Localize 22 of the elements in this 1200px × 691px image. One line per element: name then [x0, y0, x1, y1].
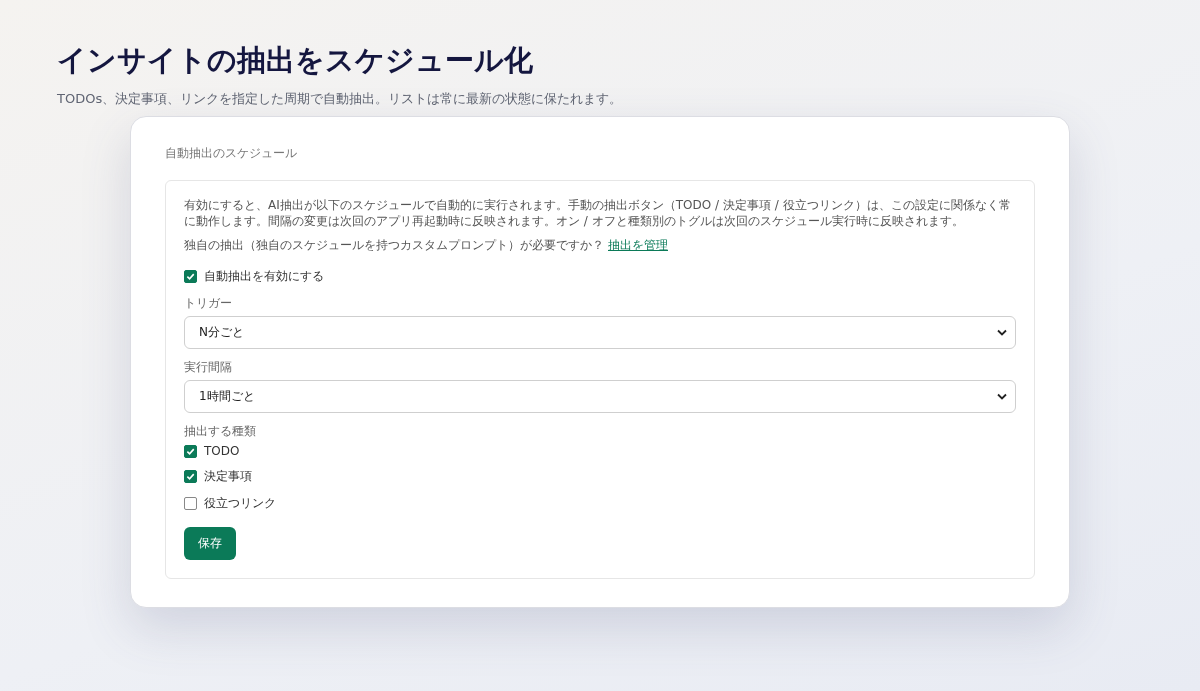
description-text: 有効にすると、AI抽出が以下のスケジュールで自動的に実行されます。手動の抽出ボタン（TODO / 決定事項 / 役立つリンク）は、この設定に関係なく常に動作します。間隔の変更は次回のアプリ再起動時に反映されます。オン / オフと種類別のトグルは次回のスケジュール実行時に反映されます。: [184, 197, 1012, 229]
page-title: インサイトの抽出をスケジュール化: [57, 42, 534, 79]
checkbox[interactable]: [184, 270, 197, 283]
dropdown-select[interactable]: 1時間ごと: [184, 380, 1016, 413]
page-subtitle: TODOs、決定事項、リンクを指定した周期で自動抽出。リストは常に最新の状態に保たれます。: [57, 90, 624, 108]
save-button[interactable]: 保存: [184, 527, 236, 560]
checkbox[interactable]: [184, 497, 197, 510]
field-label: トリガー: [184, 295, 233, 312]
chevron-down-icon: [997, 329, 1007, 336]
checkbox[interactable]: [184, 470, 197, 483]
dropdown-select[interactable]: N分ごと: [184, 316, 1016, 349]
chevron-down-icon: [997, 393, 1007, 400]
prompt-question: 独自の抽出（独自のスケジュールを持つカスタムプロンプト）が必要ですか？: [184, 238, 604, 252]
field-label: 抽出する種類: [184, 423, 257, 440]
manage-link[interactable]: 抽出を管理: [608, 238, 668, 252]
field-label: 実行間隔: [184, 359, 233, 376]
checkbox-label: 役立つリンク: [204, 495, 276, 512]
checkbox-label: 自動抽出を有効にする: [204, 268, 324, 285]
checkbox-label: 決定事項: [204, 468, 252, 485]
checkbox[interactable]: [184, 444, 197, 458]
checkbox-label: TODO: [204, 444, 240, 458]
card-title: 自動抽出のスケジュール: [165, 145, 298, 162]
